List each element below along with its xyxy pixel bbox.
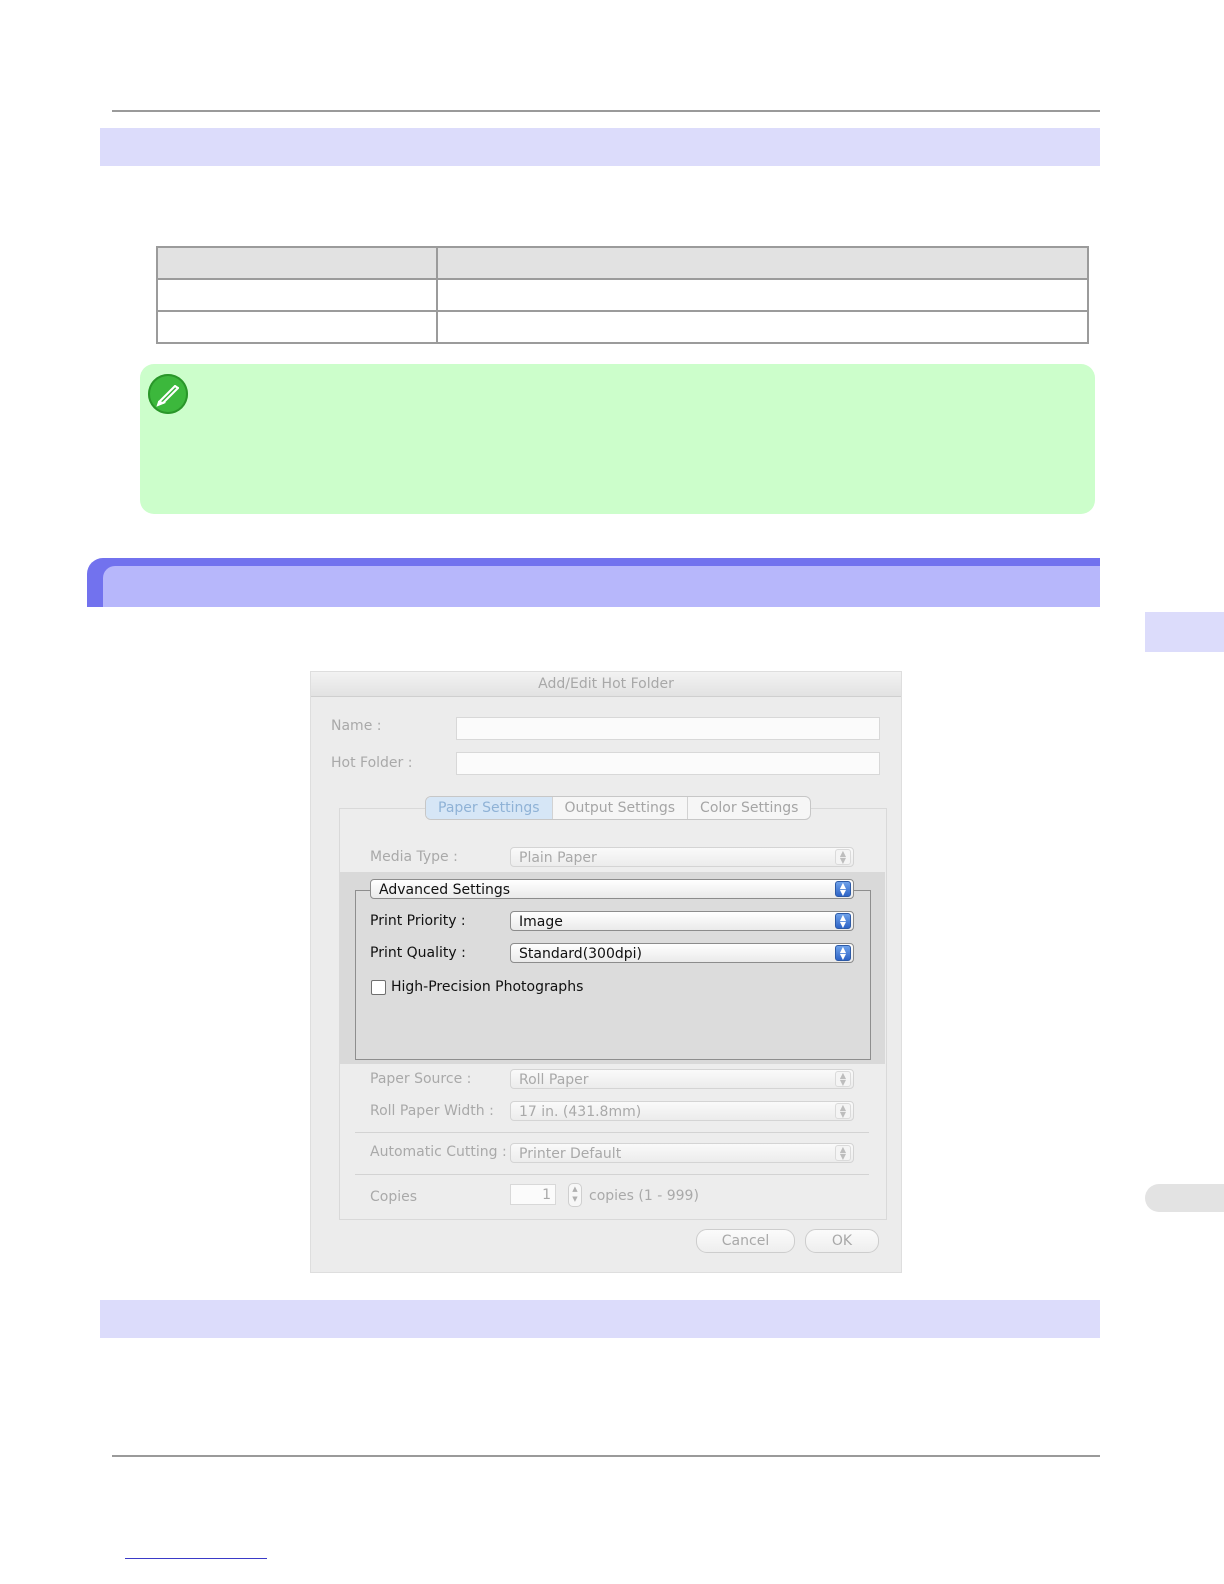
up-down-chevron-icon: ▲ ▼ <box>835 881 851 897</box>
up-down-chevron-icon: ▲ ▼ <box>835 945 851 961</box>
hot-folder-label: Hot Folder : <box>331 755 413 771</box>
up-down-chevron-icon: ▲ ▼ <box>835 1145 851 1161</box>
copies-input[interactable]: 1 <box>510 1184 556 1205</box>
high-precision-checkbox[interactable] <box>371 980 386 995</box>
settings-table <box>156 246 1089 344</box>
table-header-cell <box>436 246 1089 280</box>
footer-link-underline[interactable] <box>125 1558 267 1559</box>
tab-output-settings[interactable]: Output Settings <box>553 797 689 819</box>
up-down-chevron-icon: ▲ ▼ <box>835 849 851 865</box>
copies-label: Copies <box>370 1189 418 1205</box>
chapter-heading-bar-inner <box>103 566 1100 607</box>
print-priority-value: Image <box>519 914 563 930</box>
section-heading-bar <box>100 1300 1100 1338</box>
up-down-stepper-icon[interactable]: ▲ ▼ <box>568 1183 582 1207</box>
hot-folder-field[interactable] <box>456 752 880 775</box>
media-type-label: Media Type : <box>370 849 458 865</box>
separator <box>355 1132 869 1133</box>
advanced-settings-value: Advanced Settings <box>379 882 511 898</box>
print-quality-value: Standard(300dpi) <box>519 946 642 962</box>
dialog-title: Add/Edit Hot Folder <box>311 672 901 697</box>
print-quality-label: Print Quality : <box>370 945 466 961</box>
table-cell <box>436 310 1089 344</box>
tab-paper-settings[interactable]: Paper Settings <box>426 797 553 819</box>
automatic-cutting-select[interactable]: Printer Default ▲ ▼ <box>510 1143 854 1163</box>
print-priority-select[interactable]: Image ▲ ▼ <box>510 911 854 931</box>
high-precision-label: High-Precision Photographs <box>391 979 584 995</box>
tab-color-settings[interactable]: Color Settings <box>688 797 810 819</box>
table-header-cell <box>156 246 438 280</box>
table-header-row <box>156 246 1089 280</box>
copies-range-text: copies (1 - 999) <box>589 1188 699 1204</box>
table-cell <box>436 278 1089 312</box>
add-edit-hot-folder-dialog: Add/Edit Hot Folder Name : Hot Folder : … <box>311 672 901 1272</box>
pencil-note-icon <box>148 374 188 414</box>
side-chapter-tab[interactable] <box>1145 612 1224 652</box>
name-field[interactable] <box>456 717 880 740</box>
table-cell <box>156 278 438 312</box>
name-label: Name : <box>331 718 382 734</box>
paper-source-label: Paper Source : <box>370 1071 472 1087</box>
table-row <box>156 278 1089 312</box>
media-type-value: Plain Paper <box>519 850 597 866</box>
advanced-settings-select[interactable]: Advanced Settings ▲ ▼ <box>370 879 854 899</box>
cancel-button[interactable]: Cancel <box>696 1229 795 1253</box>
print-priority-label: Print Priority : <box>370 913 466 929</box>
table-cell <box>156 310 438 344</box>
roll-paper-width-value: 17 in. (431.8mm) <box>519 1104 642 1120</box>
automatic-cutting-value: Printer Default <box>519 1146 622 1162</box>
paper-source-select[interactable]: Roll Paper ▲ ▼ <box>510 1069 854 1089</box>
paper-source-value: Roll Paper <box>519 1072 589 1088</box>
side-index-tab[interactable] <box>1145 1184 1224 1212</box>
section-heading-bar <box>100 128 1100 166</box>
ok-button[interactable]: OK <box>805 1229 879 1253</box>
media-type-select[interactable]: Plain Paper ▲ ▼ <box>510 847 854 867</box>
automatic-cutting-label: Automatic Cutting : <box>370 1144 507 1160</box>
header-rule <box>112 110 1100 112</box>
separator <box>355 1174 869 1175</box>
table-row <box>156 310 1089 344</box>
print-quality-select[interactable]: Standard(300dpi) ▲ ▼ <box>510 943 854 963</box>
footer-rule <box>112 1455 1100 1457</box>
roll-paper-width-label: Roll Paper Width : <box>370 1103 494 1119</box>
roll-paper-width-select[interactable]: 17 in. (431.8mm) ▲ ▼ <box>510 1101 854 1121</box>
up-down-chevron-icon: ▲ ▼ <box>835 1071 851 1087</box>
up-down-chevron-icon: ▲ ▼ <box>835 1103 851 1119</box>
up-down-chevron-icon: ▲ ▼ <box>835 913 851 929</box>
settings-tab-bar: Paper Settings Output Settings Color Set… <box>425 796 812 820</box>
note-box <box>140 364 1095 514</box>
